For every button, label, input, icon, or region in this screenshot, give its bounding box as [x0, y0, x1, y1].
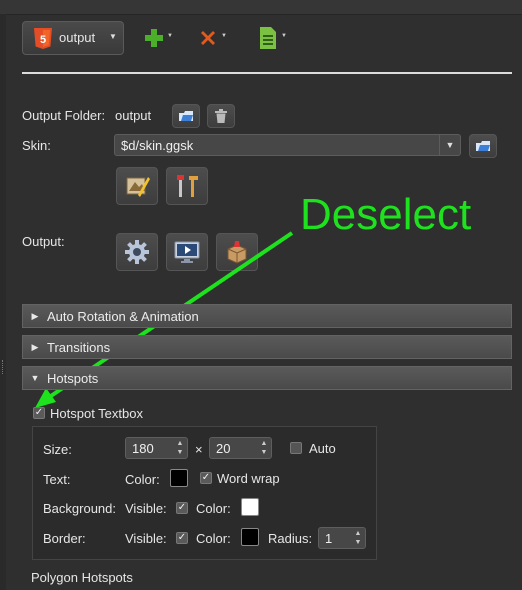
width-spinbox[interactable]: 180 ▲ ▼: [125, 437, 188, 459]
times-sign: ×: [195, 442, 203, 457]
border-visible-label: Visible:: [125, 531, 167, 546]
border-color-swatch[interactable]: [241, 528, 259, 546]
spin-arrows-icon[interactable]: ▲ ▼: [351, 528, 365, 548]
background-color-swatch[interactable]: [241, 498, 259, 516]
background-visible-checkbox[interactable]: ✓: [176, 502, 188, 514]
radius-label: Radius:: [268, 531, 313, 546]
border-color-label: Color:: [196, 531, 231, 546]
height-value: 20: [216, 441, 231, 456]
background-visible-label: Visible:: [125, 501, 167, 516]
word-wrap-label: Word wrap: [217, 471, 280, 486]
auto-checkbox[interactable]: [290, 442, 302, 454]
text-color-swatch[interactable]: [170, 469, 188, 487]
polygon-hotspots-label: Polygon Hotspots: [31, 570, 133, 585]
text-label: Text:: [43, 472, 71, 487]
background-color-label: Color:: [196, 501, 231, 516]
text-color-label: Color:: [125, 472, 160, 487]
radius-value: 1: [325, 531, 333, 546]
radius-spinbox[interactable]: 1 ▲ ▼: [318, 527, 366, 549]
word-wrap-checkbox[interactable]: ✓: [200, 472, 212, 484]
chevron-right-icon: ▶: [31, 310, 39, 321]
height-spinbox[interactable]: 20 ▲ ▼: [209, 437, 272, 459]
section-auto-rotation[interactable]: ▶ Auto Rotation & Animation: [22, 304, 512, 328]
spin-arrows-icon[interactable]: ▲ ▼: [173, 438, 187, 458]
section-hotspots[interactable]: ▼ Hotspots: [22, 366, 512, 390]
spin-arrows-icon[interactable]: ▲ ▼: [257, 438, 271, 458]
section-transitions[interactable]: ▶ Transitions: [22, 335, 512, 359]
border-visible-checkbox[interactable]: ✓: [176, 532, 188, 544]
chevron-right-icon: ▶: [31, 341, 39, 352]
width-value: 180: [132, 441, 154, 456]
section-label: Transitions: [47, 339, 111, 355]
auto-label: Auto: [309, 441, 336, 456]
section-label: Hotspots: [47, 370, 99, 386]
size-label: Size:: [43, 442, 72, 457]
chevron-down-icon: ▼: [30, 373, 40, 383]
section-label: Auto Rotation & Animation: [47, 308, 199, 324]
background-label: Background:: [43, 501, 116, 516]
hotspot-textbox-checkbox[interactable]: ✓: [33, 407, 45, 419]
border-label: Border:: [43, 531, 86, 546]
hotspot-textbox-label: Hotspot Textbox: [50, 406, 143, 421]
